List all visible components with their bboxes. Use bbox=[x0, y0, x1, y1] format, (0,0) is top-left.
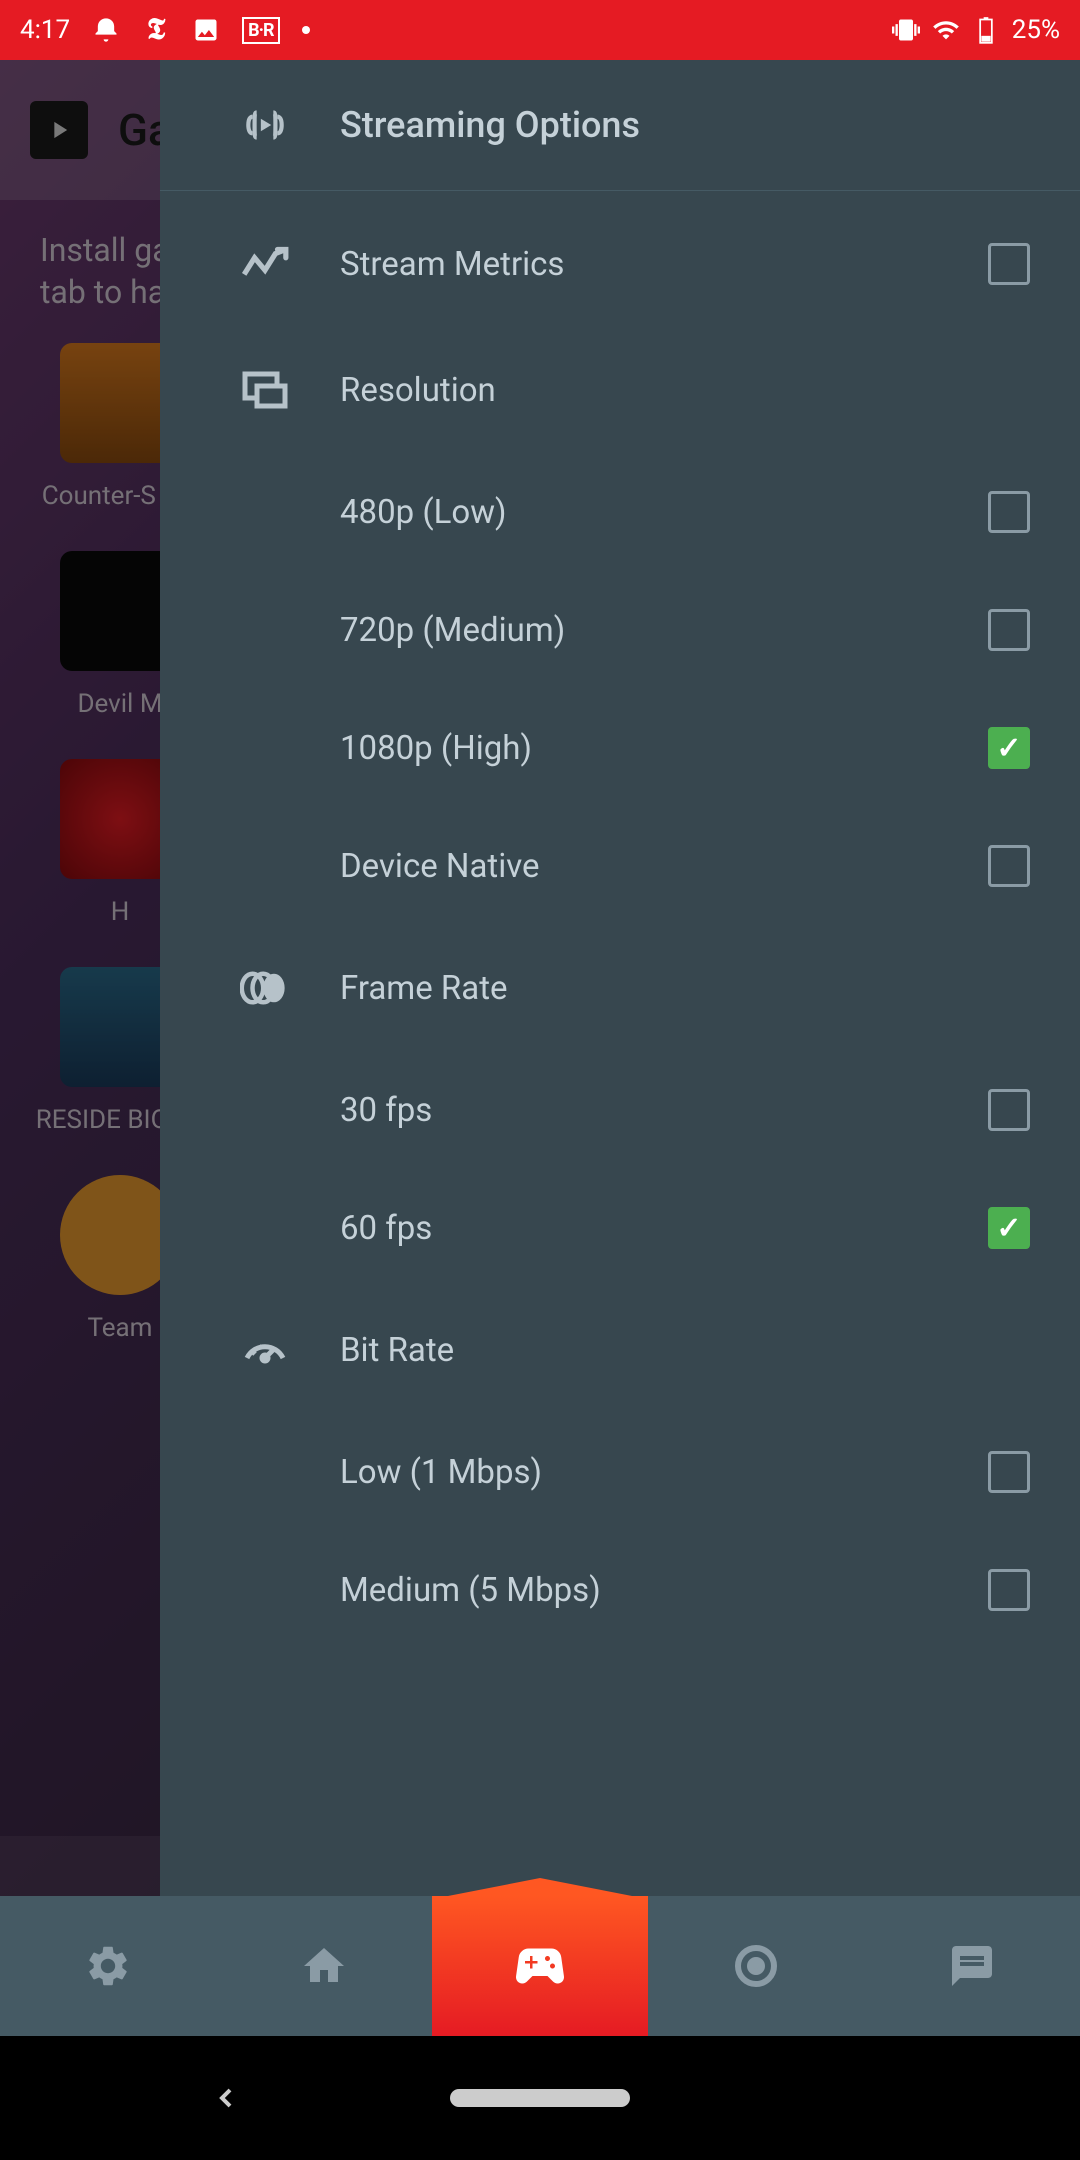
vibrate-icon bbox=[892, 16, 920, 44]
frame-rate-icon bbox=[240, 963, 290, 1013]
nav-home[interactable] bbox=[216, 1896, 432, 2036]
nav-games[interactable] bbox=[432, 1896, 648, 2036]
more-icon bbox=[302, 26, 310, 34]
streaming-icon bbox=[240, 100, 290, 150]
bottom-nav bbox=[0, 1896, 1080, 2036]
resolution-label: Resolution bbox=[340, 371, 1030, 410]
nav-stream[interactable] bbox=[648, 1896, 864, 2036]
frame-rate-header: Frame Rate bbox=[160, 925, 1080, 1051]
framerate-30fps-checkbox[interactable] bbox=[988, 1089, 1030, 1131]
drawer-header: Streaming Options bbox=[160, 60, 1080, 191]
resolution-native[interactable]: Device Native bbox=[160, 807, 1080, 925]
bitrate-medium[interactable]: Medium (5 Mbps) bbox=[160, 1531, 1080, 1649]
framerate-30fps[interactable]: 30 fps bbox=[160, 1051, 1080, 1169]
resolution-480p-checkbox[interactable] bbox=[988, 491, 1030, 533]
framerate-60fps[interactable]: 60 fps ✓ bbox=[160, 1169, 1080, 1287]
resolution-icon bbox=[240, 365, 290, 415]
resolution-480p[interactable]: 480p (Low) bbox=[160, 453, 1080, 571]
system-nav bbox=[0, 2036, 1080, 2160]
settings-drawer: Streaming Options Stream Metrics Resolut… bbox=[160, 60, 1080, 1896]
bit-rate-icon bbox=[240, 1325, 290, 1375]
back-button[interactable] bbox=[210, 2082, 242, 2114]
resolution-720p-checkbox[interactable] bbox=[988, 609, 1030, 651]
stream-metrics-checkbox[interactable] bbox=[988, 243, 1030, 285]
resolution-1080p[interactable]: 1080p (High) ✓ bbox=[160, 689, 1080, 807]
bit-rate-header: Bit Rate bbox=[160, 1287, 1080, 1413]
drawer-title: Streaming Options bbox=[340, 104, 640, 146]
bitrate-low[interactable]: Low (1 Mbps) bbox=[160, 1413, 1080, 1531]
battery-percent: 25% bbox=[1012, 15, 1060, 45]
metrics-icon bbox=[240, 239, 290, 289]
resolution-native-checkbox[interactable] bbox=[988, 845, 1030, 887]
status-time: 4:17 bbox=[20, 15, 70, 45]
br-icon: B·R bbox=[242, 17, 279, 44]
image-icon bbox=[192, 16, 220, 44]
frame-rate-label: Frame Rate bbox=[340, 969, 1030, 1008]
home-pill[interactable] bbox=[450, 2089, 630, 2107]
cast-icon bbox=[92, 16, 120, 44]
bitrate-medium-checkbox[interactable] bbox=[988, 1569, 1030, 1611]
stream-metrics-label: Stream Metrics bbox=[340, 245, 938, 284]
stream-metrics-item[interactable]: Stream Metrics bbox=[160, 201, 1080, 327]
framerate-60fps-checkbox[interactable]: ✓ bbox=[988, 1207, 1030, 1249]
nyt-icon: 𝕿 bbox=[142, 16, 170, 44]
nav-chat[interactable] bbox=[864, 1896, 1080, 2036]
resolution-header: Resolution bbox=[160, 327, 1080, 453]
status-bar: 4:17 𝕿 B·R 25% bbox=[0, 0, 1080, 60]
bitrate-low-checkbox[interactable] bbox=[988, 1451, 1030, 1493]
wifi-icon bbox=[932, 16, 960, 44]
bit-rate-label: Bit Rate bbox=[340, 1331, 1030, 1370]
resolution-720p[interactable]: 720p (Medium) bbox=[160, 571, 1080, 689]
nav-settings[interactable] bbox=[0, 1896, 216, 2036]
resolution-1080p-checkbox[interactable]: ✓ bbox=[988, 727, 1030, 769]
battery-icon bbox=[972, 16, 1000, 44]
